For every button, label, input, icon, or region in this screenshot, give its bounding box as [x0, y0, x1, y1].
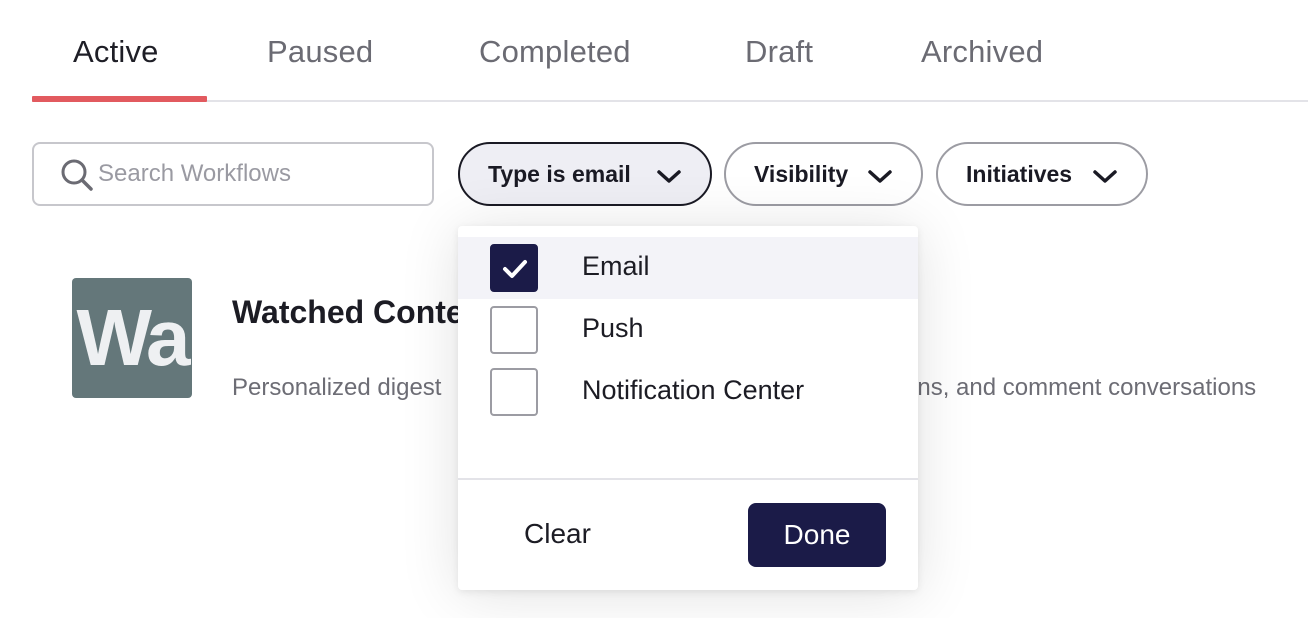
type-filter-prefix: Type: [488, 160, 540, 187]
type-option-label: Notification Center: [582, 375, 805, 405]
chevron-down-icon: [868, 170, 892, 183]
chevron-down-icon: [657, 170, 681, 183]
type-option-push[interactable]: Push: [458, 299, 918, 361]
initiatives-filter-label: Initiatives: [966, 160, 1073, 187]
type-filter-value: is email: [546, 160, 631, 187]
workflow-description-right: ons, and comment conversations: [904, 374, 1257, 401]
type-filter-button[interactable]: Type is email: [458, 142, 712, 206]
dropdown-divider: [458, 478, 918, 480]
visibility-filter-button[interactable]: Visibility: [724, 142, 923, 206]
search-icon: [61, 159, 93, 191]
workflow-title[interactable]: Watched Conte: [232, 294, 464, 331]
notification-center-checkbox[interactable]: [490, 368, 538, 416]
visibility-filter-label: Visibility: [754, 160, 849, 187]
tab-active[interactable]: Active: [73, 34, 159, 70]
tab-archived[interactable]: Archived: [921, 34, 1043, 70]
search-box: [32, 142, 434, 206]
type-option-notification-center[interactable]: Notification Center: [458, 361, 918, 423]
type-option-label: Push: [582, 313, 644, 343]
tab-paused[interactable]: Paused: [267, 34, 373, 70]
status-tabs: Active Paused Completed Draft Archived: [32, 0, 1308, 102]
type-option-label: Email: [582, 251, 650, 281]
push-checkbox[interactable]: [490, 306, 538, 354]
type-filter-dropdown: Email Push Notification Center Clear Don…: [458, 226, 918, 590]
tab-draft[interactable]: Draft: [745, 34, 813, 70]
tab-completed[interactable]: Completed: [479, 34, 631, 70]
workflow-avatar: Wa: [72, 278, 192, 398]
clear-button[interactable]: Clear: [498, 502, 618, 566]
active-tab-indicator: [32, 96, 207, 102]
workflow-description-tail: ons, and comment conversations: [904, 374, 1256, 402]
done-button[interactable]: Done: [748, 503, 886, 567]
checkmark-icon: [503, 260, 527, 278]
workflow-description: Personalized digest: [232, 374, 441, 402]
initiatives-filter-button[interactable]: Initiatives: [936, 142, 1148, 206]
search-input[interactable]: [98, 156, 418, 192]
type-option-email[interactable]: Email: [458, 237, 918, 299]
chevron-down-icon: [1093, 170, 1117, 183]
email-checkbox[interactable]: [490, 244, 538, 292]
workflow-description-left: Personalized digest: [232, 374, 442, 401]
